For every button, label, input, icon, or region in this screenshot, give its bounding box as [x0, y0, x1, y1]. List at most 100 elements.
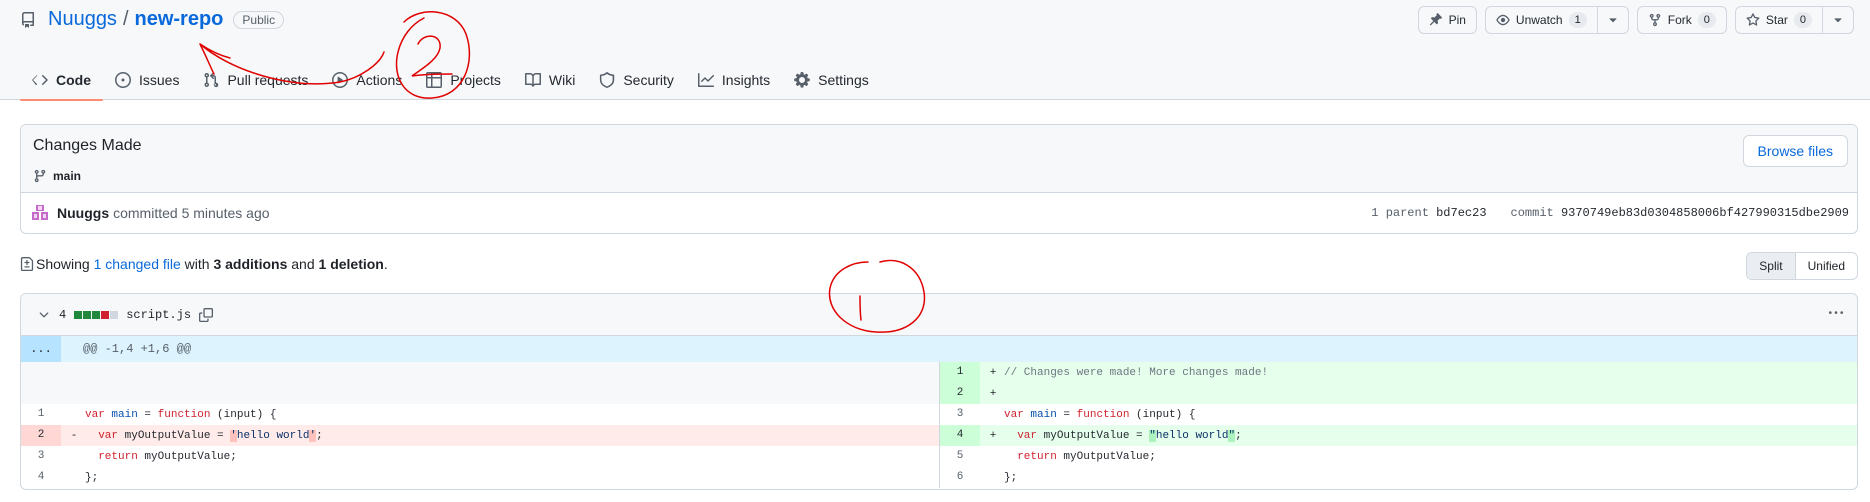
diff-line-right: 4 + var myOutputValue = "hello world";	[940, 425, 1857, 446]
tab-actions-label: Actions	[356, 72, 403, 88]
line-marker: +	[989, 366, 997, 379]
line-number[interactable]: 5	[940, 446, 980, 467]
tab-wiki[interactable]: Wiki	[513, 60, 587, 100]
line-number[interactable]: 3	[940, 404, 980, 425]
line-code: return myOutputValue;	[98, 450, 237, 463]
line-code: var main = function (input) {	[1004, 408, 1196, 421]
diff-line-left: 1 var main = function (input) {	[21, 404, 939, 425]
diff-line-right: 2 +	[940, 383, 1857, 404]
diff-view-toggle: Split Unified	[1746, 252, 1858, 280]
deletions-count: 1 deletion	[318, 256, 384, 272]
tab-pull-requests[interactable]: Pull requests	[191, 60, 320, 100]
unified-view-button[interactable]: Unified	[1796, 253, 1857, 279]
diff-line-left	[21, 362, 939, 383]
watch-dropdown-button[interactable]	[1597, 6, 1629, 34]
tab-projects[interactable]: Projects	[414, 60, 513, 100]
unwatch-button[interactable]: Unwatch 1	[1484, 6, 1598, 34]
tab-issues[interactable]: Issues	[103, 60, 191, 100]
line-marker: +	[989, 387, 997, 400]
repo-owner-link[interactable]: Nuuggs	[48, 8, 117, 31]
line-code: var main = function (input) {	[85, 408, 277, 421]
star-label: Star	[1765, 13, 1788, 27]
triangle-down-icon	[1834, 18, 1842, 23]
line-code: var myOutputValue = 'hello world';	[98, 429, 323, 442]
pin-icon	[1429, 13, 1442, 26]
file-change-count: 4	[59, 307, 67, 322]
repo-separator: /	[122, 8, 129, 30]
split-view-button[interactable]: Split	[1747, 253, 1796, 279]
fork-icon	[1649, 13, 1660, 27]
expand-hunk-button[interactable]: ...	[21, 336, 61, 362]
graph-icon	[697, 73, 714, 87]
unwatch-label: Unwatch	[1515, 13, 1563, 27]
code-icon	[32, 75, 48, 85]
tab-insights[interactable]: Insights	[686, 60, 782, 100]
commit-sha: 9370749eb83d0304858006bf427990315dbe2909	[1560, 206, 1849, 220]
avatar[interactable]	[31, 204, 49, 222]
repo-name-link[interactable]: new-repo	[135, 8, 224, 31]
tab-issues-label: Issues	[139, 72, 180, 88]
line-number[interactable]: 2	[940, 383, 980, 404]
kebab-menu-icon[interactable]	[1829, 306, 1843, 320]
star-dropdown-button[interactable]	[1823, 6, 1854, 34]
star-icon	[1746, 13, 1760, 26]
line-code: // Changes were made! More changes made!	[1004, 366, 1269, 379]
file-diff-icon	[20, 257, 34, 271]
line-number[interactable]: 1	[940, 362, 980, 383]
line-number[interactable]: 3	[21, 446, 61, 467]
browse-files-button[interactable]: Browse files	[1742, 135, 1848, 167]
diff-line-right: 6};	[940, 467, 1857, 488]
star-counter: 0	[1793, 12, 1812, 28]
diffstat-blocks	[74, 310, 119, 319]
repo-header: Nuuggs / new-repo Public Pin Unwatch 1 F…	[0, 0, 1870, 101]
watch-group: Unwatch 1	[1484, 6, 1629, 34]
tab-settings[interactable]: Settings	[782, 60, 881, 100]
branch-name: main	[53, 169, 82, 183]
star-button[interactable]: Star 0	[1734, 6, 1823, 34]
repo-icon	[21, 11, 34, 28]
commit-title: Changes Made	[33, 137, 142, 154]
commit-info-sha: commit 9370749eb83d0304858006bf427990315…	[1511, 206, 1849, 220]
commit-label: commit	[1510, 206, 1554, 220]
chevron-down-icon[interactable]	[37, 308, 51, 322]
diff-left-side: 1 var main = function (input) { 2- var my…	[21, 362, 939, 488]
diff-summary-suffix: .	[383, 256, 388, 272]
line-number[interactable]: 4	[21, 467, 61, 488]
branch-indicator[interactable]: main	[33, 169, 81, 183]
commit-author-link[interactable]: Nuuggs	[57, 205, 109, 221]
shield-icon	[600, 72, 615, 88]
additions-count: 3 additions	[213, 256, 288, 272]
tab-settings-label: Settings	[818, 72, 869, 88]
file-diff: 4 script.js ... @@ -1,4 +1,6 @@ 1 var mai…	[20, 293, 1858, 490]
commit-ids: 1 parent bd7ec23 commit 9370749eb83d0304…	[1371, 206, 1849, 220]
pin-button[interactable]: Pin	[1417, 6, 1477, 34]
tab-actions[interactable]: Actions	[320, 60, 414, 100]
repo-title: Nuuggs / new-repo Public	[20, 8, 285, 31]
parent-sha-link[interactable]: bd7ec23	[1436, 206, 1486, 220]
issue-icon	[115, 72, 131, 88]
commit-info: Nuuggs committed 5 minutes ago 1 parent …	[21, 193, 1857, 233]
play-icon	[332, 72, 349, 88]
commit-time: committed 5 minutes ago	[113, 205, 270, 221]
pull-request-icon	[204, 72, 219, 88]
diff-summary-and: and	[291, 256, 315, 272]
tab-code-label: Code	[56, 72, 91, 88]
fork-button[interactable]: Fork 0	[1636, 6, 1727, 34]
tab-security[interactable]: Security	[587, 60, 686, 100]
line-number[interactable]: 2	[21, 425, 61, 446]
copy-icon[interactable]	[199, 307, 214, 322]
changed-files-link[interactable]: 1 changed file	[94, 256, 181, 272]
tab-wiki-label: Wiki	[548, 72, 576, 88]
triangle-down-icon	[1609, 18, 1617, 23]
eye-icon	[1496, 14, 1510, 26]
tab-pull-requests-label: Pull requests	[227, 72, 309, 88]
pin-label: Pin	[1448, 13, 1466, 27]
tab-code[interactable]: Code	[20, 60, 103, 101]
file-header: 4 script.js	[21, 294, 1857, 336]
table-icon	[426, 72, 443, 88]
line-number[interactable]: 1	[21, 404, 61, 425]
line-number[interactable]: 4	[940, 425, 980, 446]
file-name-link[interactable]: script.js	[126, 308, 191, 322]
line-number[interactable]: 6	[940, 467, 980, 488]
diff-summary-prefix: Showing	[36, 256, 90, 272]
